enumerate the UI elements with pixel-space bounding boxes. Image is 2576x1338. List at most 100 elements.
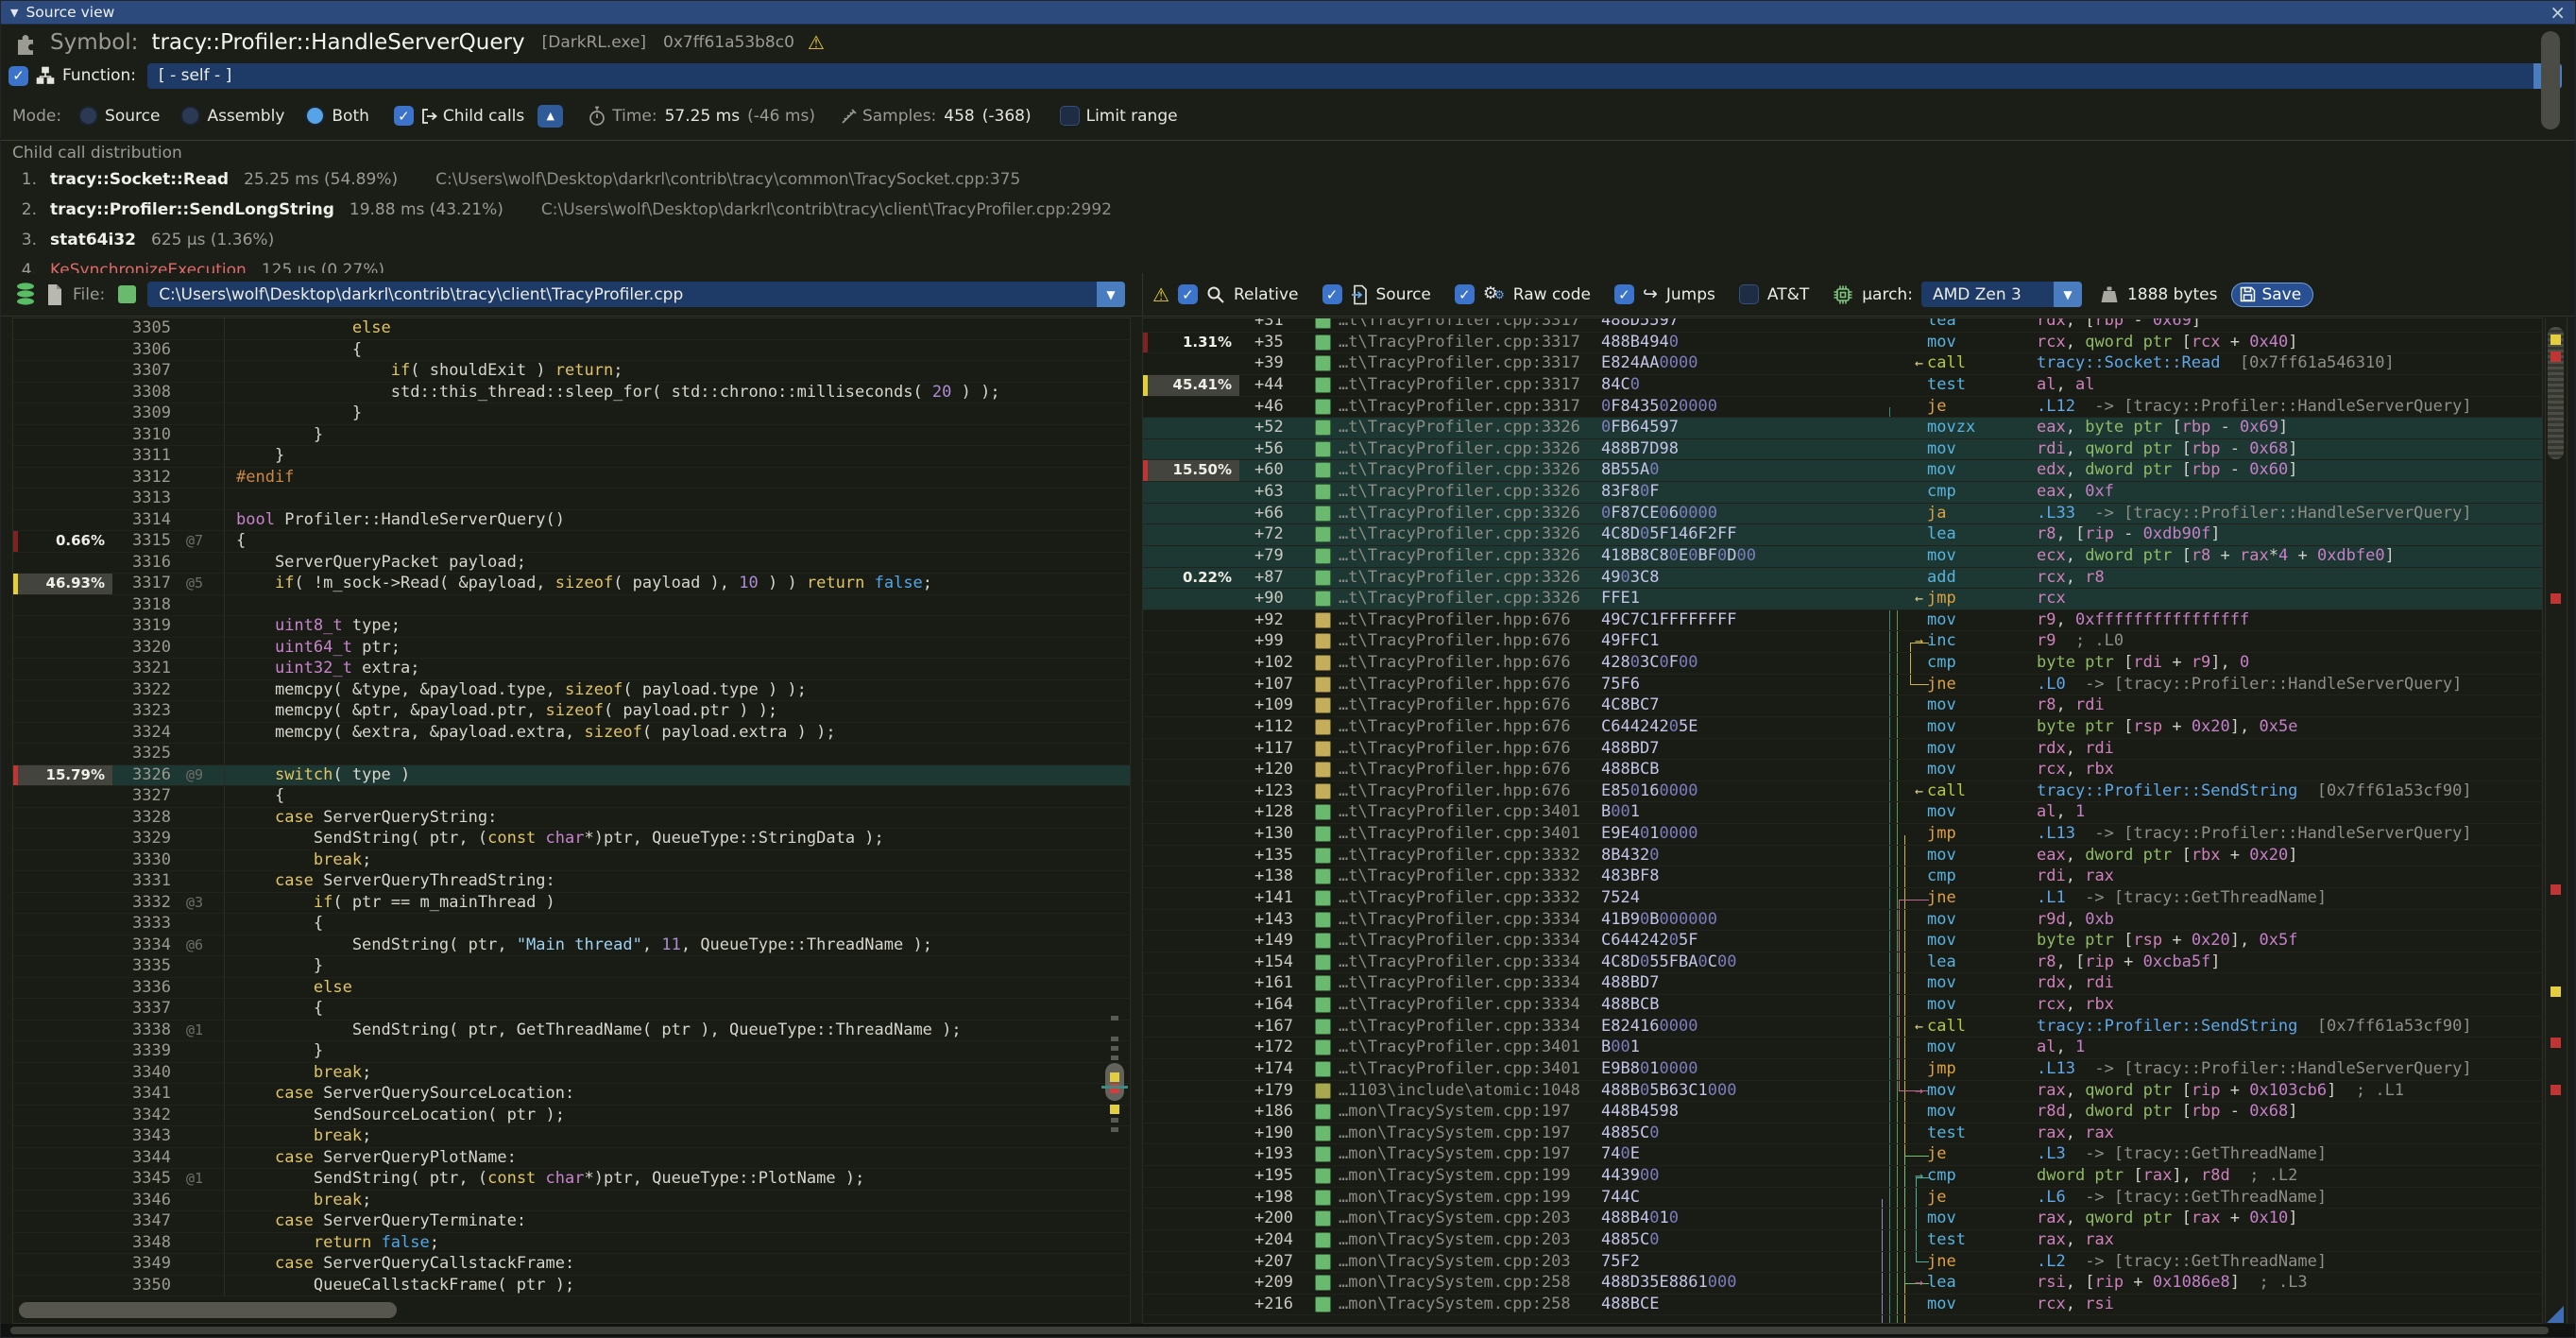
- source-line[interactable]: 3316 ServerQueryPacket payload;: [13, 553, 1130, 575]
- assembly-line[interactable]: +143…t\TracyProfiler.cpp:333441B90B00000…: [1143, 910, 2542, 932]
- assembly-line[interactable]: +120…t\TracyProfiler.hpp:676488BCBmovrcx…: [1143, 760, 2542, 781]
- radio-both-circle[interactable]: [305, 106, 325, 126]
- source-line[interactable]: 3338@1 SendString( ptr, GetThreadName( p…: [13, 1021, 1130, 1042]
- assembly-line[interactable]: +154…t\TracyProfiler.cpp:33344C8D055FBA0…: [1143, 952, 2542, 974]
- source-line[interactable]: 3328 case ServerQueryString:: [13, 808, 1130, 830]
- mnemonic[interactable]: mov: [1923, 546, 2037, 567]
- mnemonic[interactable]: mov: [1923, 439, 2037, 460]
- assembly-line[interactable]: +130…t\TracyProfiler.cpp:3401E9E4010000j…: [1143, 824, 2542, 846]
- assembly-scrollbar[interactable]: [2545, 317, 2567, 1324]
- source-line[interactable]: 3335 }: [13, 956, 1130, 978]
- mnemonic[interactable]: lea: [1923, 524, 2037, 545]
- assembly-line[interactable]: +72…t\TracyProfiler.cpp:33264C8D05F146F2…: [1143, 524, 2542, 546]
- mnemonic[interactable]: call: [1923, 353, 2037, 374]
- source-line[interactable]: 3307 if( shouldExit ) return;: [13, 361, 1130, 383]
- assembly-line[interactable]: +216…mon\TracySystem.cpp:258488BCEmovrcx…: [1143, 1295, 2542, 1316]
- assembly-line[interactable]: +66…t\TracyProfiler.cpp:33260F87CE060000…: [1143, 504, 2542, 525]
- assembly-line[interactable]: +135…t\TracyProfiler.cpp:33328B4320movea…: [1143, 846, 2542, 867]
- radio-source-circle[interactable]: [78, 106, 98, 126]
- mnemonic[interactable]: lea: [1923, 317, 2037, 332]
- mnemonic[interactable]: mov: [1923, 910, 2037, 931]
- assembly-line[interactable]: +195…mon\TracySystem.cpp:199443900→cmpdw…: [1143, 1166, 2542, 1188]
- child-calls-toggle[interactable]: ✓ Child calls: [394, 106, 524, 126]
- source-line[interactable]: 3349 case ServerQueryCallstackFrame:: [13, 1254, 1130, 1276]
- source-line[interactable]: 3324 memcpy( &extra, &payload.extra, siz…: [13, 723, 1130, 745]
- assembly-line[interactable]: +209…mon\TracySystem.cpp:258488D35E88610…: [1143, 1273, 2542, 1295]
- source-line[interactable]: 3331 case ServerQueryThreadString:: [13, 871, 1130, 893]
- source-scroll-thumb[interactable]: [1105, 1063, 1124, 1101]
- source-line[interactable]: 3350 QueueCallstackFrame( ptr );: [13, 1276, 1130, 1297]
- radio-assembly-circle[interactable]: [180, 106, 200, 126]
- assembly-line[interactable]: 15.50%+60…t\TracyProfiler.cpp:33268B55A0…: [1143, 460, 2542, 482]
- assembly-line[interactable]: +149…t\TracyProfiler.cpp:3334C64424205Fm…: [1143, 931, 2542, 952]
- mnemonic[interactable]: lea: [1923, 952, 2037, 973]
- source-line[interactable]: 3340 break;: [13, 1063, 1130, 1085]
- source-line[interactable]: 3313: [13, 489, 1130, 510]
- source-line[interactable]: 3345@1 SendString( ptr, (const char*)ptr…: [13, 1169, 1130, 1191]
- bottom-scroll-thumb[interactable]: [10, 1327, 2549, 1334]
- assembly-line[interactable]: +141…t\TracyProfiler.cpp:33327524jne.L1 …: [1143, 888, 2542, 910]
- database-icon[interactable]: [14, 282, 37, 308]
- assembly-line[interactable]: +92…t\TracyProfiler.hpp:67649C7C1FFFFFFF…: [1143, 610, 2542, 632]
- att-checkbox[interactable]: [1739, 284, 1759, 304]
- source-line[interactable]: 3341 case ServerQuerySourceLocation:: [13, 1084, 1130, 1106]
- resize-grip[interactable]: [2547, 1306, 2564, 1323]
- assembly-line[interactable]: +200…mon\TracySystem.cpp:203488B4010movr…: [1143, 1209, 2542, 1230]
- assembly-line[interactable]: +56…t\TracyProfiler.cpp:3326488B7D98movr…: [1143, 439, 2542, 461]
- assembly-line[interactable]: +193…mon\TracySystem.cpp:197740Eje.L3 ->…: [1143, 1144, 2542, 1166]
- assembly-line[interactable]: +174…t\TracyProfiler.cpp:3401E9B8010000j…: [1143, 1059, 2542, 1081]
- mnemonic[interactable]: call: [1923, 781, 2037, 802]
- source-line[interactable]: 3309 }: [13, 403, 1130, 425]
- mnemonic[interactable]: cmp: [1923, 482, 2037, 503]
- source-line[interactable]: 3314bool Profiler::HandleServerQuery(): [13, 510, 1130, 532]
- mnemonic[interactable]: mov: [1923, 1038, 2037, 1058]
- assembly-line[interactable]: +99…t\TracyProfiler.hpp:67649FFC1→incr9 …: [1143, 631, 2542, 653]
- mnemonic[interactable]: add: [1923, 568, 2037, 589]
- assembly-line[interactable]: +52…t\TracyProfiler.cpp:33260FB64597movz…: [1143, 418, 2542, 439]
- child-call-row[interactable]: 3.stat64i32625 µs (1.36%): [12, 225, 2575, 255]
- uarch-combo[interactable]: AMD Zen 3 ▼: [1921, 282, 2082, 307]
- source-line[interactable]: 3327 {: [13, 786, 1130, 808]
- assembly-line[interactable]: +39…t\TracyProfiler.cpp:3317E824AA0000←c…: [1143, 353, 2542, 375]
- source-line[interactable]: 3319 uint8_t type;: [13, 616, 1130, 638]
- assembly-line[interactable]: 45.41%+44…t\TracyProfiler.cpp:331784C0te…: [1143, 375, 2542, 397]
- mnemonic[interactable]: mov: [1923, 333, 2037, 353]
- source-vertical-scrollbar[interactable]: [1105, 318, 1124, 1301]
- assembly-line[interactable]: +90…t\TracyProfiler.cpp:3326FFE1←jmprcx: [1143, 589, 2542, 610]
- source-line[interactable]: 3346 break;: [13, 1191, 1130, 1212]
- mnemonic[interactable]: test: [1923, 375, 2037, 396]
- mnemonic[interactable]: mov: [1923, 802, 2037, 823]
- source-line[interactable]: 3321 uint32_t extra;: [13, 659, 1130, 680]
- limit-range-toggle[interactable]: Limit range: [1060, 106, 1178, 126]
- assembly-line[interactable]: +179…1103\include\atomic:1048488B05B63C1…: [1143, 1081, 2542, 1103]
- mnemonic[interactable]: je: [1923, 397, 2037, 418]
- source-line[interactable]: 3332@3 if( ptr == m_mainThread ): [13, 893, 1130, 915]
- assembly-line[interactable]: +198…mon\TracySystem.cpp:199744Cje.L6 ->…: [1143, 1188, 2542, 1209]
- child-call-row[interactable]: 2.tracy::Profiler::SendLongString19.88 m…: [12, 195, 2575, 225]
- chevron-down-icon[interactable]: ▼: [2054, 282, 2082, 307]
- mnemonic[interactable]: mov: [1923, 1295, 2037, 1315]
- function-checkbox[interactable]: ✓: [9, 66, 28, 86]
- mnemonic[interactable]: cmp: [1923, 1166, 2037, 1187]
- mnemonic[interactable]: mov: [1923, 739, 2037, 760]
- window-bottom-scrollbar[interactable]: [1, 1324, 2575, 1337]
- mnemonic[interactable]: mov: [1923, 1081, 2037, 1102]
- source-line[interactable]: 3310 }: [13, 425, 1130, 447]
- assembly-line[interactable]: +138…t\TracyProfiler.cpp:3332483BF8cmprd…: [1143, 866, 2542, 888]
- source-line[interactable]: 3320 uint64_t ptr;: [13, 638, 1130, 660]
- jumps-checkbox[interactable]: ✓: [1614, 284, 1634, 304]
- mnemonic[interactable]: jmp: [1923, 824, 2037, 845]
- mnemonic[interactable]: jne: [1923, 1252, 2037, 1273]
- assembly-line[interactable]: 0.22%+87…t\TracyProfiler.cpp:33264903C8a…: [1143, 568, 2542, 590]
- source-checkbox[interactable]: ✓: [1322, 284, 1342, 304]
- collapse-up-button[interactable]: ▲: [537, 105, 563, 128]
- mnemonic[interactable]: test: [1923, 1230, 2037, 1251]
- assembly-scroll-thumb[interactable]: [2548, 327, 2564, 459]
- close-icon[interactable]: ×: [2550, 3, 2566, 22]
- radio-source[interactable]: Source: [78, 106, 160, 126]
- mnemonic[interactable]: lea: [1923, 1273, 2037, 1294]
- assembly-line[interactable]: +207…mon\TracySystem.cpp:20375F2jne.L2 -…: [1143, 1252, 2542, 1274]
- source-line[interactable]: 3323 memcpy( &ptr, &payload.ptr, sizeof(…: [13, 701, 1130, 723]
- source-line[interactable]: 3337 {: [13, 999, 1130, 1021]
- assembly-line[interactable]: +79…t\TracyProfiler.cpp:3326418B8C80E0BF…: [1143, 546, 2542, 568]
